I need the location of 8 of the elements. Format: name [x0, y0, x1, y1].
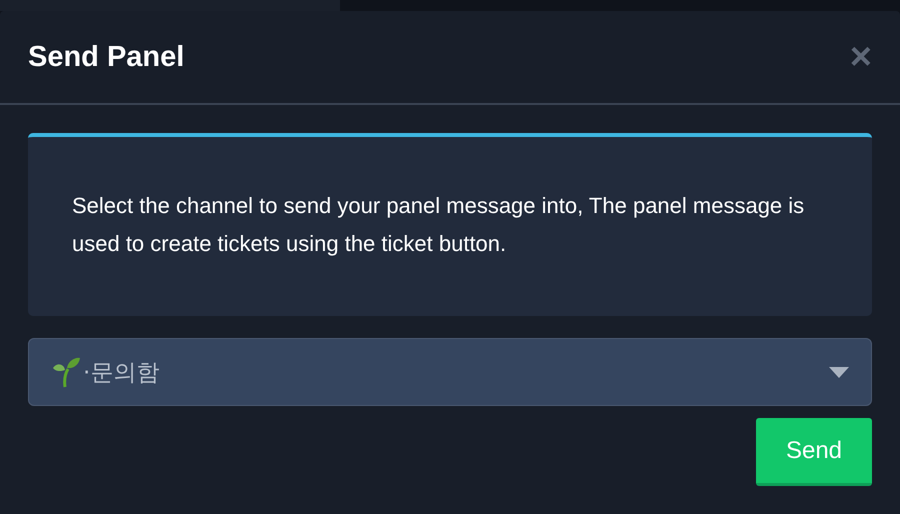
channel-select[interactable]: ·문의함 — [28, 338, 872, 406]
modal-title: Send Panel — [28, 40, 184, 74]
dropdown-caret-icon — [829, 366, 849, 378]
info-text: Select the channel to send your panel message into, The panel message is used to create tickets using the ticket button. — [72, 192, 806, 258]
channel-value: ·문의함 — [83, 358, 160, 388]
close-button[interactable]: × — [850, 38, 872, 76]
send-button[interactable]: Send — [756, 418, 872, 486]
seedling-icon — [51, 356, 81, 388]
